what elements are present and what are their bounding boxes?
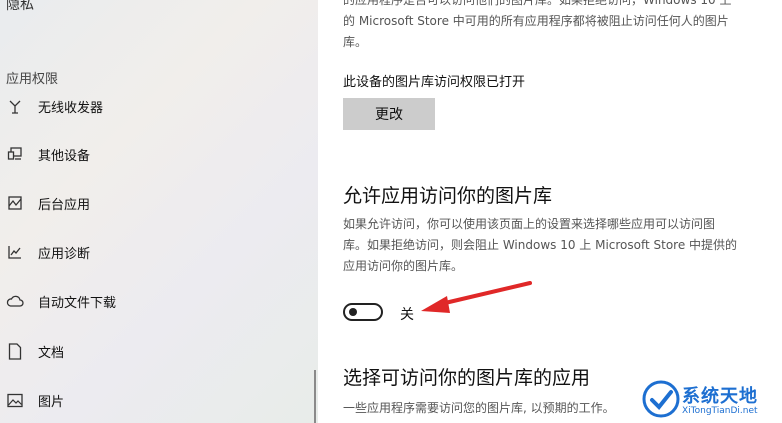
sidebar: 隐私 应用权限 无线收发器 其他设备 后台应用 应用诊断 自动文件下载 文档 图…	[0, 0, 318, 423]
choose-apps-description: 一些应用程序需要访问您的图片库, 以预期的工作。	[343, 401, 615, 415]
sidebar-item-label: 自动文件下载	[38, 295, 117, 311]
change-button[interactable]: 更改	[343, 98, 435, 130]
toggle-knob	[349, 308, 357, 316]
allow-access-description-line: 如果允许访问，你可以使用该页面上的设置来选择哪些应用可以访问图	[343, 217, 716, 231]
sidebar-item-auto-file-download[interactable]: 自动文件下载	[0, 286, 318, 316]
device-access-status: 此设备的图片库访问权限已打开	[343, 75, 526, 90]
allow-access-title: 允许应用访问你的图片库	[343, 185, 553, 207]
sidebar-item-label: 应用诊断	[38, 246, 91, 262]
cloud-icon	[4, 290, 26, 312]
sidebar-item-label: 图片	[38, 394, 65, 410]
sidebar-item-radios[interactable]: 无线收发器	[0, 91, 318, 121]
top-description-line: 的 Microsoft Store 中可用的所有应用程序都将被阻止访问任何人的图…	[343, 14, 729, 28]
allow-access-description-line: 应用访问你的图片库。	[343, 259, 464, 273]
allow-access-description-line: 库。如果拒绝访问，则会阻止 Windows 10 上 Microsoft Sto…	[343, 238, 738, 252]
sidebar-item-background-apps[interactable]: 后台应用	[0, 188, 318, 218]
main-content: 的应用程序是否可以访问他们的图片库。如果拒绝访问，Windows 10 上 的 …	[318, 0, 782, 423]
sidebar-item-label: 其他设备	[38, 148, 91, 164]
section-header-app-permissions: 应用权限	[6, 72, 59, 87]
sidebar-title: 隐私	[6, 0, 34, 13]
sidebar-item-other-devices[interactable]: 其他设备	[0, 139, 318, 169]
background-apps-icon	[4, 192, 26, 214]
allow-access-toggle[interactable]	[343, 303, 383, 321]
watermark-emblem-icon	[642, 380, 680, 418]
sidebar-item-label: 文档	[38, 345, 65, 361]
devices-icon	[4, 143, 26, 165]
sidebar-item-documents[interactable]: 文档	[0, 336, 318, 366]
toggle-state-label: 关	[400, 307, 414, 323]
sidebar-item-label: 后台应用	[38, 197, 91, 213]
sidebar-item-app-diagnostics[interactable]: 应用诊断	[0, 237, 318, 267]
document-icon	[4, 340, 26, 362]
sidebar-scrollbar[interactable]	[314, 370, 316, 423]
top-description-line: 库。	[343, 35, 368, 49]
top-description-line: 的应用程序是否可以访问他们的图片库。如果拒绝访问，Windows 10 上	[343, 0, 732, 7]
watermark-text: 系统天地	[682, 386, 758, 407]
watermark-logo: 系统天地 XiTongTianDi.net	[638, 376, 782, 423]
sidebar-item-pictures[interactable]: 图片	[0, 385, 318, 415]
radio-tower-icon	[4, 95, 26, 117]
diagnostics-icon	[4, 241, 26, 263]
choose-apps-title: 选择可访问你的图片库的应用	[343, 367, 591, 389]
watermark-url: XiTongTianDi.net	[682, 406, 758, 416]
sidebar-item-label: 无线收发器	[38, 100, 104, 116]
picture-icon	[4, 389, 26, 411]
